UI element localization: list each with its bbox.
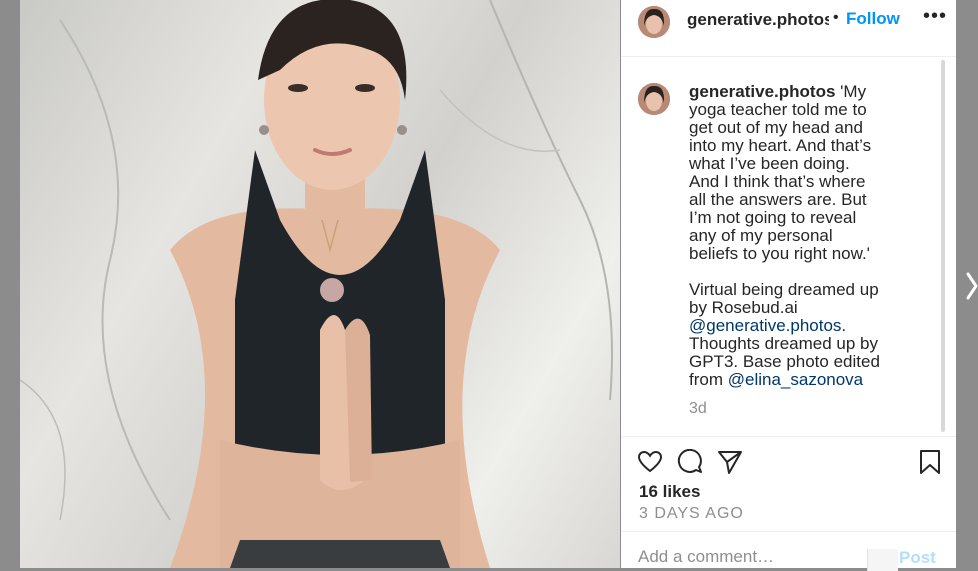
avatar[interactable] (638, 83, 670, 115)
post-comment-button[interactable]: Post (899, 548, 936, 568)
post-photo[interactable] (20, 0, 620, 568)
comment-timestamp[interactable]: 3d (689, 400, 707, 418)
separator-dot: • (833, 9, 839, 26)
more-horizontal-icon[interactable]: ••• (923, 5, 947, 28)
caption-text: 'My yoga teacher told me to get out of m… (689, 82, 879, 317)
post-detail-panel: generative.photos • Follow ••• generativ… (621, 0, 956, 571)
mention-link[interactable]: @elina_sazonova (728, 370, 863, 389)
chevron-right-icon[interactable] (964, 270, 978, 302)
caption-username[interactable]: generative.photos (689, 82, 835, 101)
follow-button[interactable]: Follow (846, 9, 900, 29)
comments-section[interactable]: generative.photos 'My yoga teacher told … (621, 57, 956, 437)
comment-input[interactable] (638, 546, 848, 568)
post-caption: generative.photos 'My yoga teacher told … (689, 83, 919, 389)
paper-plane-icon[interactable] (717, 449, 743, 475)
likes-count[interactable]: 16 likes (639, 482, 700, 502)
header-username[interactable]: generative.photos (687, 10, 829, 30)
post-timestamp[interactable]: 3 DAYS AGO (639, 505, 744, 523)
post-header: generative.photos • Follow ••• (621, 0, 956, 57)
add-comment-bar: Post (621, 531, 956, 571)
avatar[interactable] (638, 6, 670, 38)
bookmark-icon[interactable] (917, 449, 943, 475)
scrollbar[interactable] (941, 60, 945, 432)
heart-icon[interactable] (637, 449, 663, 475)
mention-link[interactable]: @generative.photos (689, 316, 841, 335)
comment-bubble-icon[interactable] (677, 449, 703, 475)
